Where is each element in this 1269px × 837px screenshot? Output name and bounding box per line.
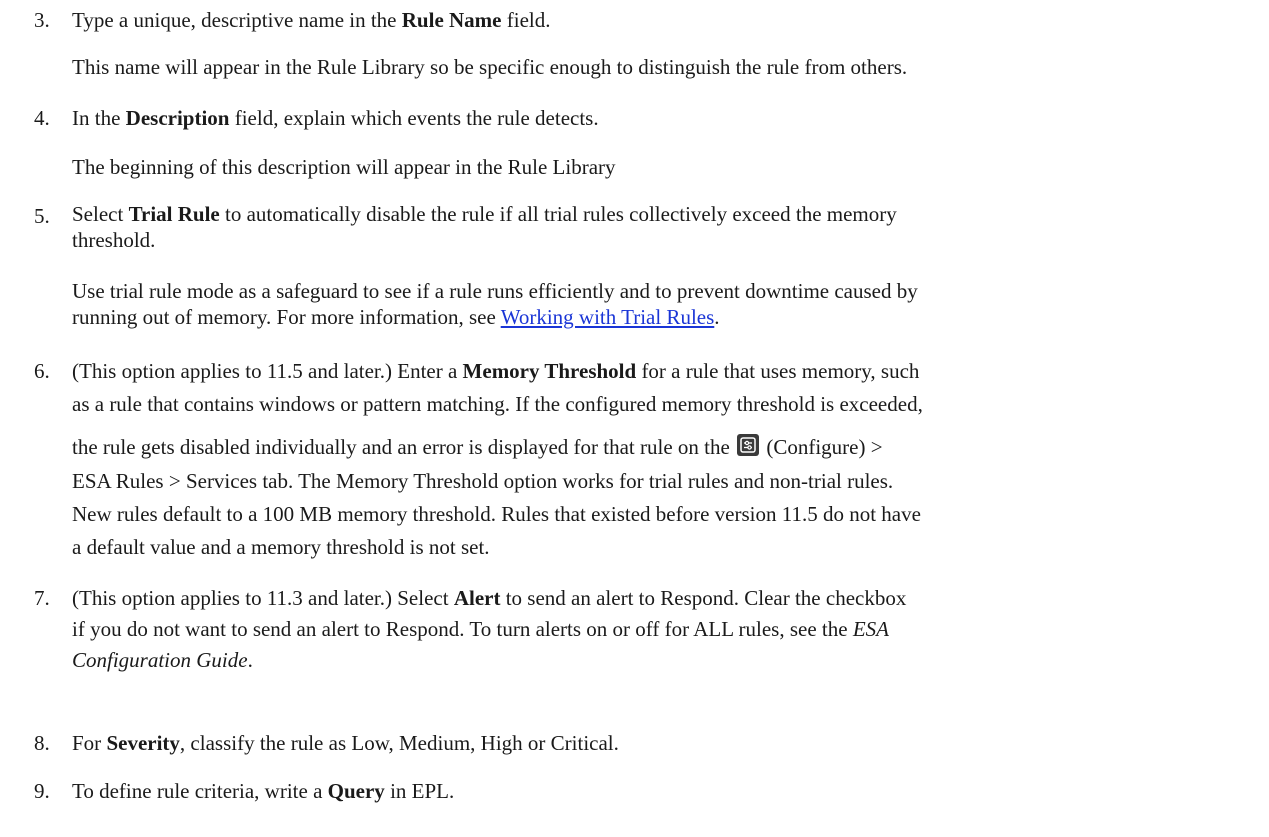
guide-title: Configuration Guide bbox=[72, 648, 248, 672]
step-text: Select Trial Rule to automatically disab… bbox=[72, 202, 897, 252]
step-number: 7. bbox=[34, 586, 50, 610]
step-text: To define rule criteria, write a Query i… bbox=[72, 779, 455, 803]
step-text: Type a unique, descriptive name in the R… bbox=[72, 8, 551, 32]
ui-term-trial-rule: Trial Rule bbox=[128, 202, 220, 226]
ui-term-query: Query bbox=[327, 779, 385, 803]
step-text: For Severity, classify the rule as Low, … bbox=[72, 731, 619, 755]
configure-icon bbox=[737, 434, 760, 456]
step-number: 4. bbox=[34, 106, 50, 130]
step-3-note: This name will appear in the Rule Librar… bbox=[72, 55, 908, 79]
step-5-note: Use trial rule mode as a safeguard to se… bbox=[72, 279, 918, 329]
step-number: 5. bbox=[34, 204, 50, 228]
ui-term-rule-name: Rule Name bbox=[401, 8, 502, 32]
step-number: 8. bbox=[34, 731, 50, 755]
step-text: (This option applies to 11.3 and later.)… bbox=[72, 586, 907, 672]
ui-term-description: Description bbox=[125, 106, 230, 130]
step-number: 6. bbox=[34, 359, 50, 383]
guide-title: ESA bbox=[852, 617, 889, 641]
step-text: (This option applies to 11.5 and later.)… bbox=[72, 359, 923, 559]
step-text: In the Description field, explain which … bbox=[72, 106, 599, 130]
step-4-note: The beginning of this description will a… bbox=[72, 155, 616, 179]
step-number: 9. bbox=[34, 779, 50, 803]
working-with-trial-rules-link[interactable]: Working with Trial Rules bbox=[501, 305, 715, 329]
ui-term-alert: Alert bbox=[453, 586, 501, 610]
step-number: 3. bbox=[34, 8, 50, 32]
ui-term-memory-threshold: Memory Threshold bbox=[462, 359, 637, 383]
ui-term-severity: Severity bbox=[106, 731, 180, 755]
